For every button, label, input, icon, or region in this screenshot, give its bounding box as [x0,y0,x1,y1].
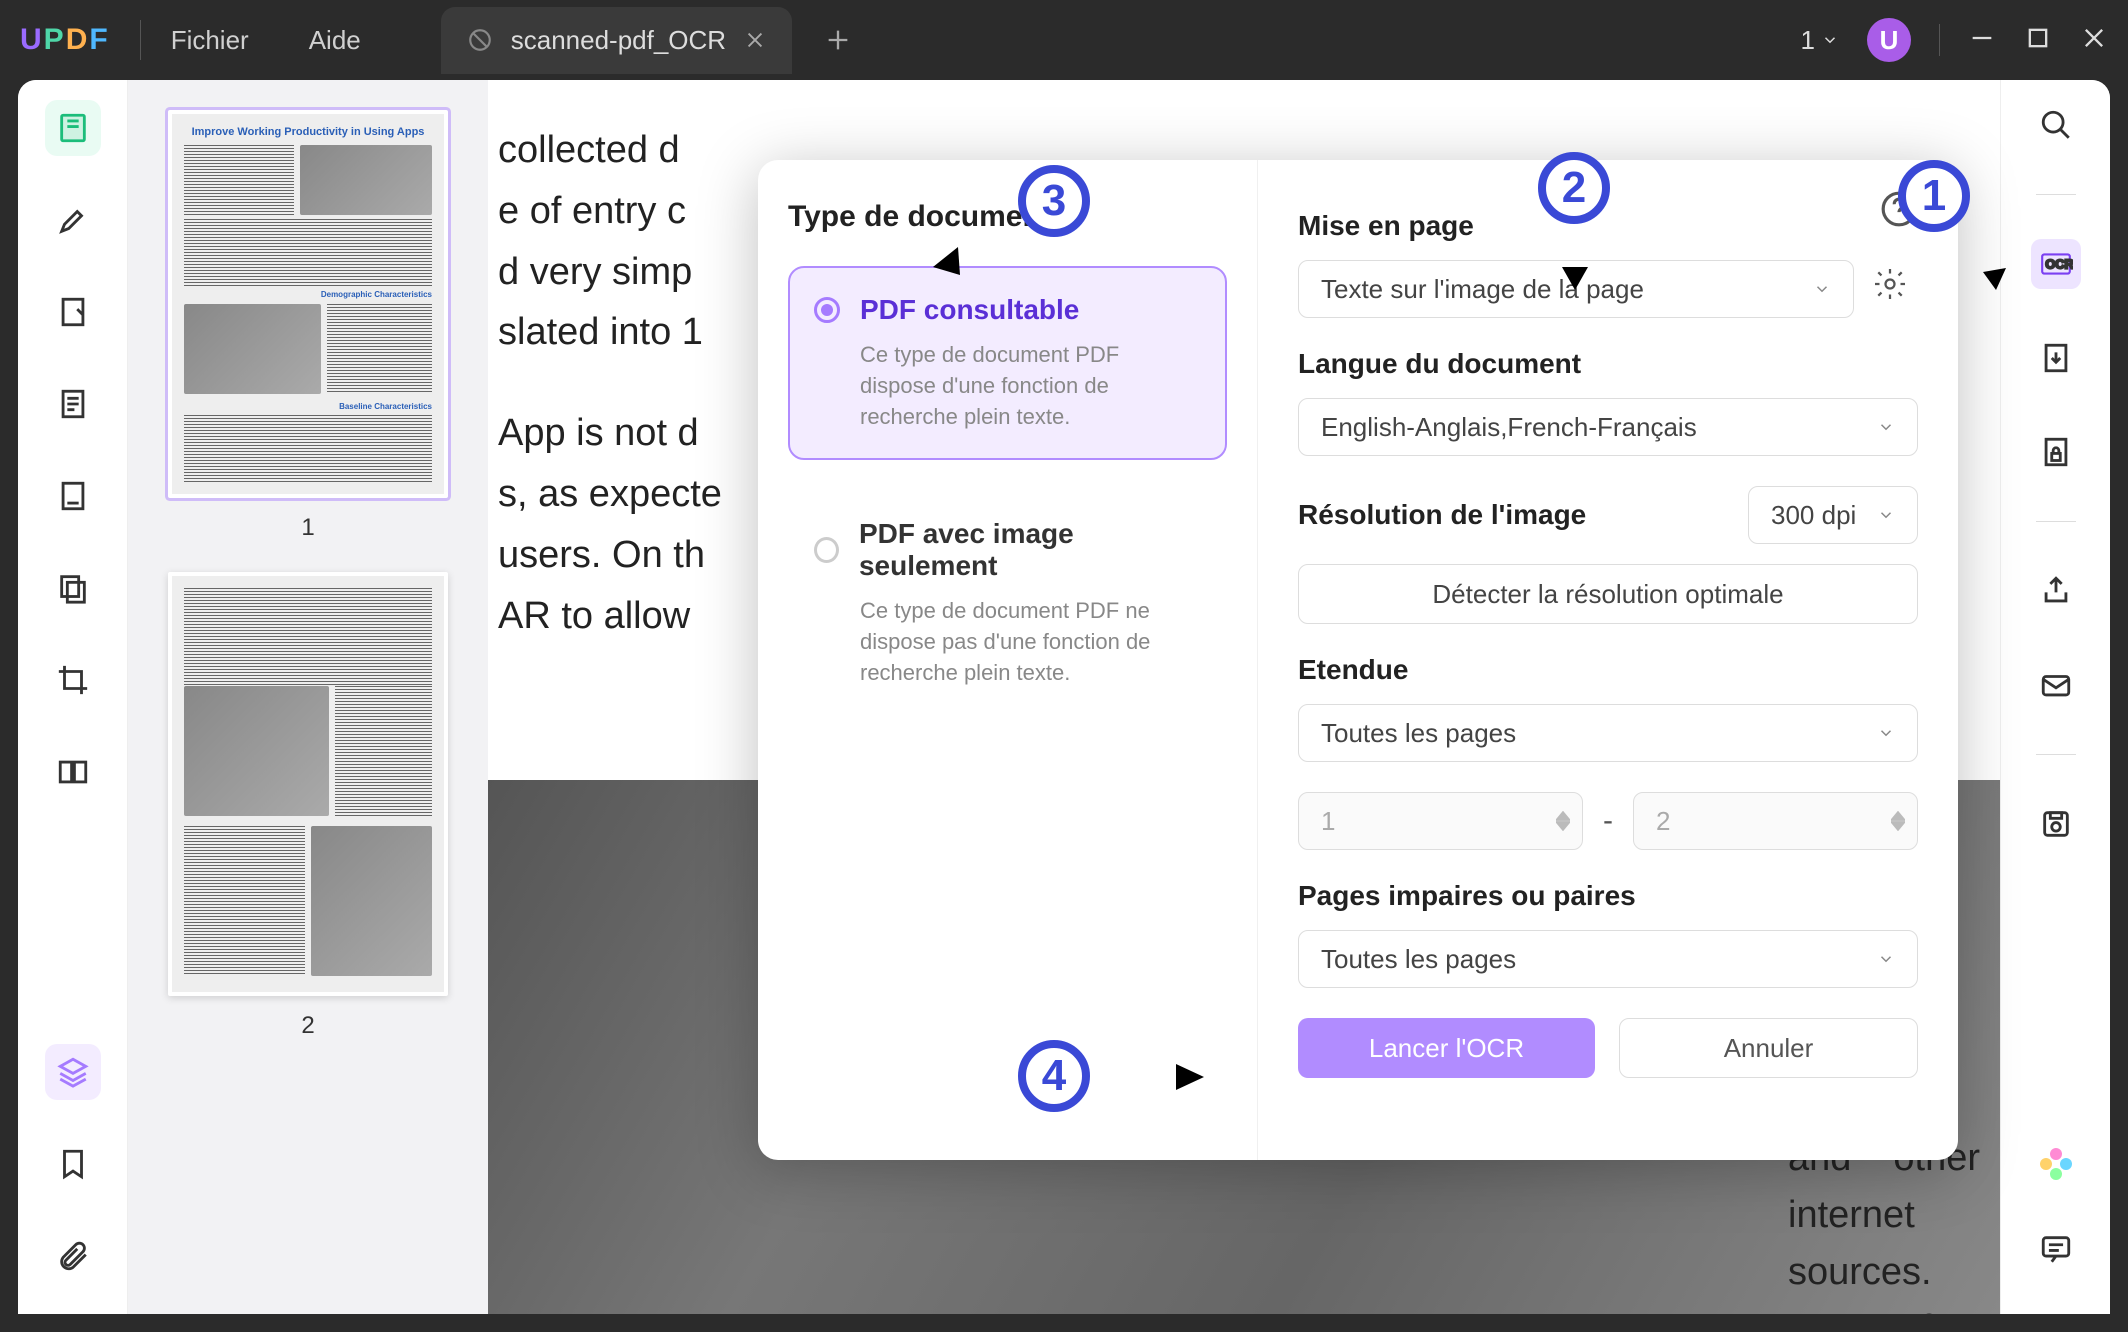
launch-ocr-button[interactable]: Lancer l'OCR [1298,1018,1595,1078]
bookmark-button[interactable] [45,1136,101,1192]
radio-icon [814,297,840,323]
annotation-marker-4: 4 [1018,1040,1090,1112]
minimize-button[interactable] [1968,24,1996,57]
app-logo: UPDF [20,23,110,57]
layout-settings-button[interactable] [1872,266,1918,312]
new-tab-button[interactable] [824,26,852,54]
copy-pages-tool[interactable] [45,560,101,616]
thumbnail-page-1[interactable]: Improve Working Productivity in Using Ap… [168,110,448,498]
range-heading: Etendue [1298,654,1918,686]
menu-help[interactable]: Aide [309,25,361,56]
page-number-1: 1 [168,514,448,542]
left-toolbar [18,80,128,1314]
close-window-button[interactable] [2080,24,2108,57]
page-edit-tool[interactable] [45,468,101,524]
tab-doc-icon [467,27,493,53]
radio-icon [814,537,839,563]
thumbnail-panel: Improve Working Productivity in Using Ap… [128,80,488,1314]
option-desc: Ce type de document PDF dispose d'une fo… [814,340,1201,432]
option-image-only-pdf[interactable]: PDF avec image seulement Ce type de docu… [788,490,1227,716]
ocr-button[interactable]: OCR [2031,239,2081,289]
parity-heading: Pages impaires ou paires [1298,880,1918,912]
attachment-button[interactable] [45,1228,101,1284]
page-number-2: 2 [168,1012,448,1040]
ocr-settings-panel: Type de document PDF consultable Ce type… [758,160,1958,1160]
chevron-down-icon [1877,724,1895,742]
highlighter-tool[interactable] [45,192,101,248]
option-label: PDF avec image seulement [859,518,1201,582]
option-desc: Ce type de document PDF ne dispose pas d… [814,596,1201,688]
parity-select[interactable]: Toutes les pages [1298,930,1918,988]
chevron-down-icon [1877,950,1895,968]
detect-resolution-button[interactable]: Détecter la résolution optimale [1298,564,1918,624]
close-tab-icon[interactable] [744,29,766,51]
range-dash: - [1603,804,1613,838]
search-button[interactable] [2031,100,2081,150]
menu-file[interactable]: Fichier [171,25,249,56]
option-searchable-pdf[interactable]: PDF consultable Ce type de document PDF … [788,266,1227,460]
language-select[interactable]: English-Anglais,French-Français [1298,398,1918,456]
thumbnail-title: Improve Working Productivity in Using Ap… [184,126,432,139]
convert-button[interactable] [2031,333,2081,383]
thumbnail-page-2[interactable] [168,572,448,996]
window-count[interactable]: 1 [1801,25,1839,56]
language-heading: Langue du document [1298,348,1918,380]
page-range-select[interactable]: Toutes les pages [1298,704,1918,762]
comment-button[interactable] [2031,1224,2081,1274]
chevron-down-icon [1821,31,1839,49]
cancel-button[interactable]: Annuler [1619,1018,1918,1078]
option-label: PDF consultable [860,294,1079,326]
thumbnails-tool[interactable] [45,100,101,156]
range-from-input[interactable]: 1 [1298,792,1583,850]
resolution-heading: Résolution de l'image [1298,499,1728,531]
chevron-down-icon [1877,418,1895,436]
ai-assistant-icon[interactable] [2036,1144,2076,1184]
resolution-select[interactable]: 300 dpi [1748,486,1918,544]
save-button[interactable] [2031,799,2081,849]
right-toolbar: OCR [2000,80,2110,1314]
user-avatar[interactable]: U [1867,18,1911,62]
edit-tool[interactable] [45,284,101,340]
document-tab[interactable]: scanned-pdf_OCR [441,7,792,74]
layers-button[interactable] [45,1044,101,1100]
annotation-marker-2: 2 [1538,152,1610,224]
email-button[interactable] [2031,660,2081,710]
range-to-input[interactable]: 2 [1633,792,1918,850]
share-button[interactable] [2031,566,2081,616]
tab-title: scanned-pdf_OCR [511,25,726,56]
page-list-tool[interactable] [45,376,101,432]
titlebar: UPDF Fichier Aide scanned-pdf_OCR 1 U [0,0,2128,80]
maximize-button[interactable] [2024,24,2052,57]
chevron-down-icon [1813,280,1831,298]
crop-tool[interactable] [45,652,101,708]
svg-text:OCR: OCR [2045,256,2073,271]
annotation-marker-3: 3 [1018,165,1090,237]
chevron-down-icon [1877,506,1895,524]
protect-button[interactable] [2031,427,2081,477]
annotation-marker-1: 1 [1898,160,1970,232]
compare-tool[interactable] [45,744,101,800]
